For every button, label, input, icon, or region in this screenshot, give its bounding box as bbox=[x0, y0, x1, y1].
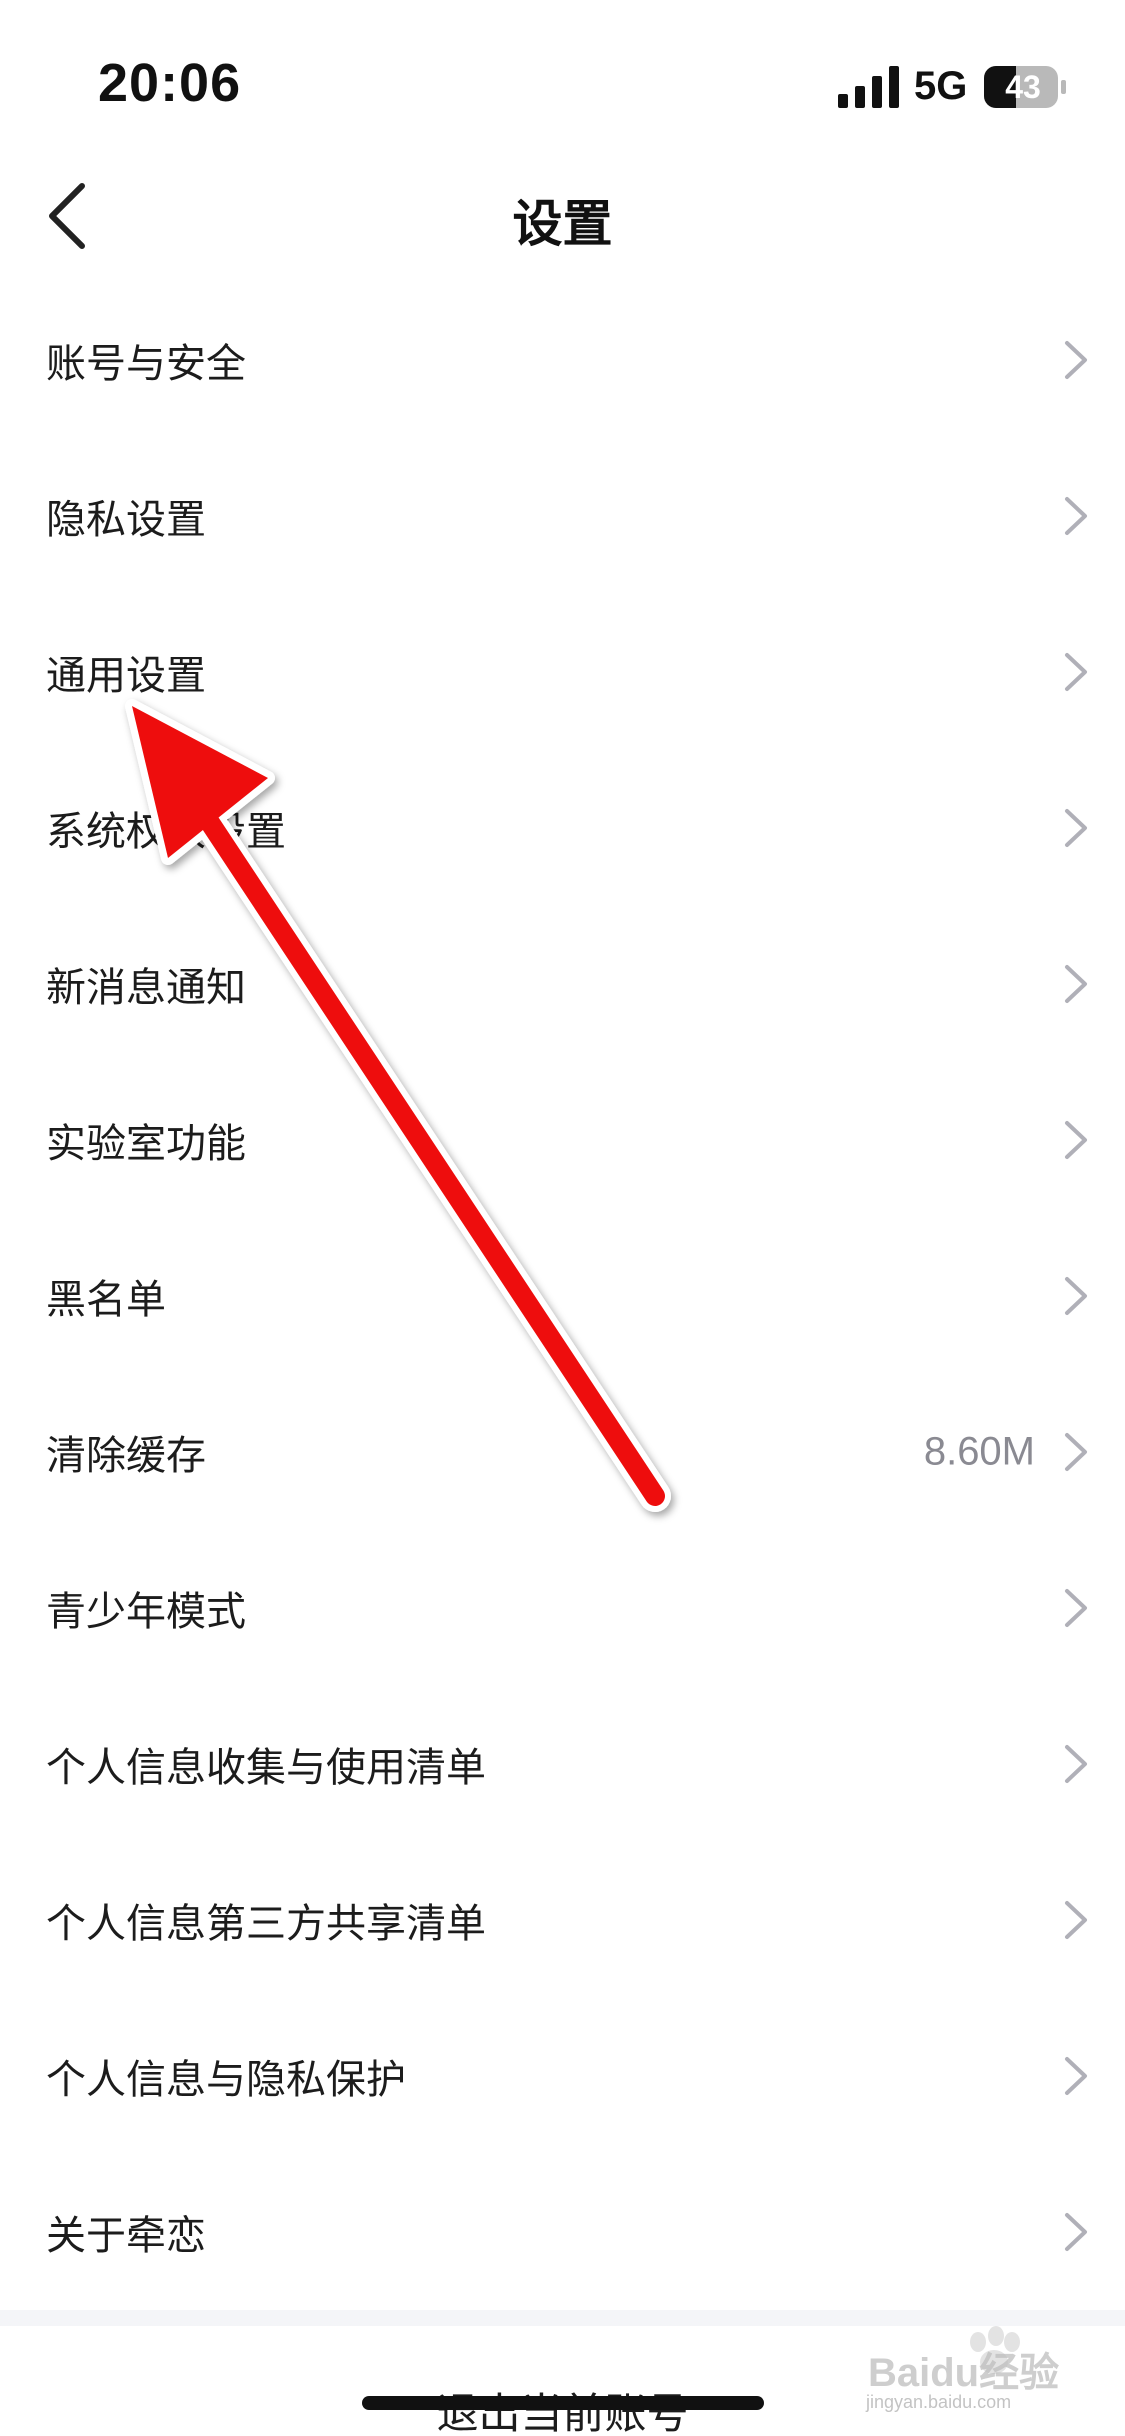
settings-item-about[interactable]: 关于牵恋 bbox=[0, 2154, 1125, 2310]
settings-item-notifications[interactable]: 新消息通知 bbox=[0, 906, 1125, 1062]
chevron-right-icon bbox=[1065, 965, 1087, 1003]
chevron-right-icon bbox=[1065, 1589, 1087, 1627]
cellular-signal-icon bbox=[838, 66, 899, 108]
page-title: 设置 bbox=[512, 195, 613, 253]
settings-item-lab-features[interactable]: 实验室功能 bbox=[0, 1062, 1125, 1218]
chevron-right-icon bbox=[1065, 341, 1087, 379]
settings-item-label: 清除缓存 bbox=[46, 1433, 206, 1479]
settings-item-blacklist[interactable]: 黑名单 bbox=[0, 1218, 1125, 1374]
chevron-right-icon bbox=[1065, 1901, 1087, 1939]
settings-item-personal-info-collection[interactable]: 个人信息收集与使用清单 bbox=[0, 1686, 1125, 1842]
navigation-bar: 设置 bbox=[0, 150, 1125, 280]
settings-screen: 20:06 5G 43 设置 账号与安全 隐私设置 通用设置 系统权限设置 新消… bbox=[0, 0, 1125, 2436]
settings-item-label: 系统权限设置 bbox=[46, 809, 286, 855]
settings-item-label: 通用设置 bbox=[46, 653, 206, 699]
chevron-right-icon bbox=[1065, 2213, 1087, 2251]
settings-item-general[interactable]: 通用设置 bbox=[0, 594, 1125, 750]
settings-item-teen-mode[interactable]: 青少年模式 bbox=[0, 1530, 1125, 1686]
settings-item-label: 个人信息与隐私保护 bbox=[46, 2057, 406, 2103]
settings-item-privacy[interactable]: 隐私设置 bbox=[0, 438, 1125, 594]
battery-level: 43 bbox=[1005, 69, 1041, 105]
settings-list: 账号与安全 隐私设置 通用设置 系统权限设置 新消息通知 实验室功能 黑名单 清… bbox=[0, 282, 1125, 2310]
settings-item-label: 隐私设置 bbox=[46, 497, 206, 543]
settings-item-system-permissions[interactable]: 系统权限设置 bbox=[0, 750, 1125, 906]
settings-item-label: 个人信息第三方共享清单 bbox=[46, 1901, 486, 1947]
settings-item-label: 新消息通知 bbox=[46, 965, 246, 1011]
watermark-text: Baidu经验 bbox=[868, 2351, 1060, 2395]
network-type: 5G bbox=[914, 64, 968, 108]
status-bar: 20:06 5G 43 bbox=[0, 0, 1125, 150]
cache-size-value: 8.60M bbox=[923, 1429, 1035, 1474]
status-time: 20:06 bbox=[98, 53, 242, 113]
chevron-right-icon bbox=[1065, 497, 1087, 535]
settings-item-third-party-sharing[interactable]: 个人信息第三方共享清单 bbox=[0, 1842, 1125, 1998]
settings-item-clear-cache[interactable]: 清除缓存 8.60M bbox=[0, 1374, 1125, 1530]
chevron-right-icon bbox=[1065, 1433, 1087, 1471]
chevron-right-icon bbox=[1065, 1277, 1087, 1315]
settings-item-label: 青少年模式 bbox=[46, 1589, 246, 1635]
chevron-right-icon bbox=[1065, 2057, 1087, 2095]
settings-item-label: 个人信息收集与使用清单 bbox=[46, 1745, 486, 1791]
settings-item-label: 实验室功能 bbox=[46, 1121, 246, 1167]
settings-item-label: 账号与安全 bbox=[46, 341, 246, 387]
chevron-right-icon bbox=[1065, 653, 1087, 691]
home-indicator[interactable] bbox=[362, 2396, 764, 2410]
settings-item-account-security[interactable]: 账号与安全 bbox=[0, 282, 1125, 438]
chevron-right-icon bbox=[1065, 809, 1087, 847]
chevron-right-icon bbox=[1065, 1745, 1087, 1783]
chevron-right-icon bbox=[1065, 1121, 1087, 1159]
watermark-url: jingyan.baidu.com bbox=[866, 2392, 1012, 2412]
settings-item-privacy-protection[interactable]: 个人信息与隐私保护 bbox=[0, 1998, 1125, 2154]
settings-item-label: 关于牵恋 bbox=[46, 2213, 206, 2259]
settings-item-label: 黑名单 bbox=[46, 1277, 166, 1323]
